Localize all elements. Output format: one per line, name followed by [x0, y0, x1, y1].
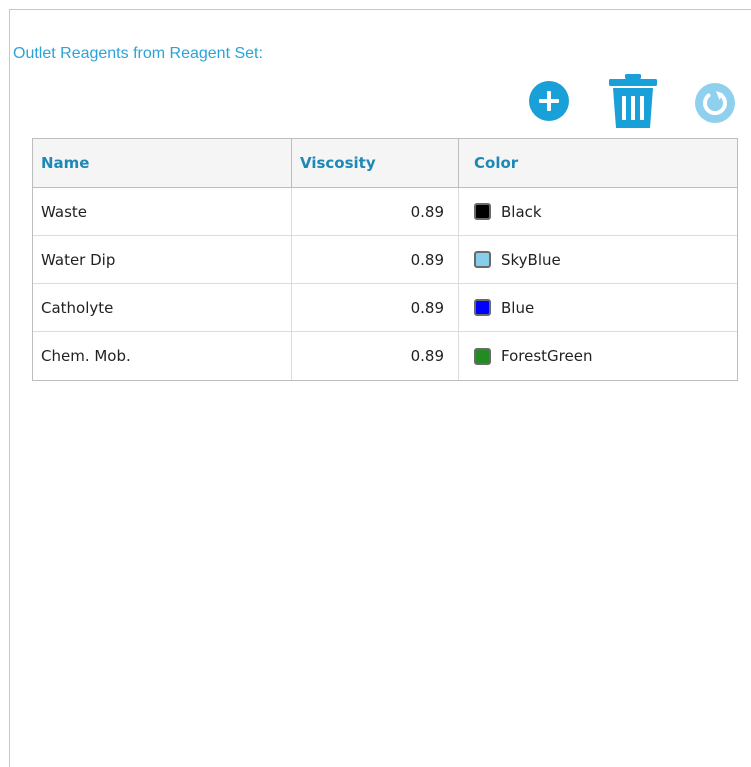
reagent-name-cell: Catholyte	[33, 284, 292, 331]
viscosity-cell: 0.89	[292, 332, 459, 380]
viscosity-cell: 0.89	[292, 188, 459, 235]
toolbar	[518, 74, 742, 128]
color-swatch	[474, 347, 491, 365]
color-name: Black	[501, 202, 542, 221]
reagent-table: Name Viscosity Color Waste 0.89 Black Wa…	[32, 138, 738, 381]
table-row[interactable]: Chem. Mob. 0.89 ForestGreen	[33, 332, 737, 380]
section-title: Outlet Reagents from Reagent Set:	[13, 45, 263, 62]
trash-icon	[609, 74, 657, 128]
color-swatch	[474, 299, 491, 316]
plus-circle-icon	[529, 81, 569, 121]
table-row[interactable]: Water Dip 0.89 SkyBlue	[33, 236, 737, 284]
color-name: ForestGreen	[501, 347, 593, 365]
table-row[interactable]: Waste 0.89 Black	[33, 188, 737, 236]
table-row[interactable]: Catholyte 0.89 Blue	[33, 284, 737, 332]
table-header: Name Viscosity Color	[33, 139, 737, 188]
viscosity-cell: 0.89	[292, 236, 459, 283]
column-header-color[interactable]: Color	[459, 139, 737, 187]
color-cell: Blue	[459, 284, 737, 331]
column-header-name[interactable]: Name	[33, 139, 292, 187]
refresh-icon	[695, 83, 735, 123]
outlet-reagents-panel: Outlet Reagents from Reagent Set: Name V…	[9, 9, 751, 767]
delete-reagent-button[interactable]	[607, 74, 659, 128]
refresh-button[interactable]	[695, 83, 735, 123]
reagent-name-cell: Water Dip	[33, 236, 292, 283]
color-name: Blue	[501, 298, 535, 317]
color-swatch	[474, 251, 491, 268]
color-swatch	[474, 203, 491, 220]
color-cell: Black	[459, 188, 737, 235]
column-header-viscosity[interactable]: Viscosity	[292, 139, 459, 187]
color-name: SkyBlue	[501, 250, 561, 269]
add-reagent-button[interactable]	[529, 81, 569, 121]
reagent-name-cell: Waste	[33, 188, 292, 235]
color-cell: ForestGreen	[459, 332, 737, 380]
viscosity-cell: 0.89	[292, 284, 459, 331]
reagent-name-cell: Chem. Mob.	[33, 332, 292, 380]
color-cell: SkyBlue	[459, 236, 737, 283]
